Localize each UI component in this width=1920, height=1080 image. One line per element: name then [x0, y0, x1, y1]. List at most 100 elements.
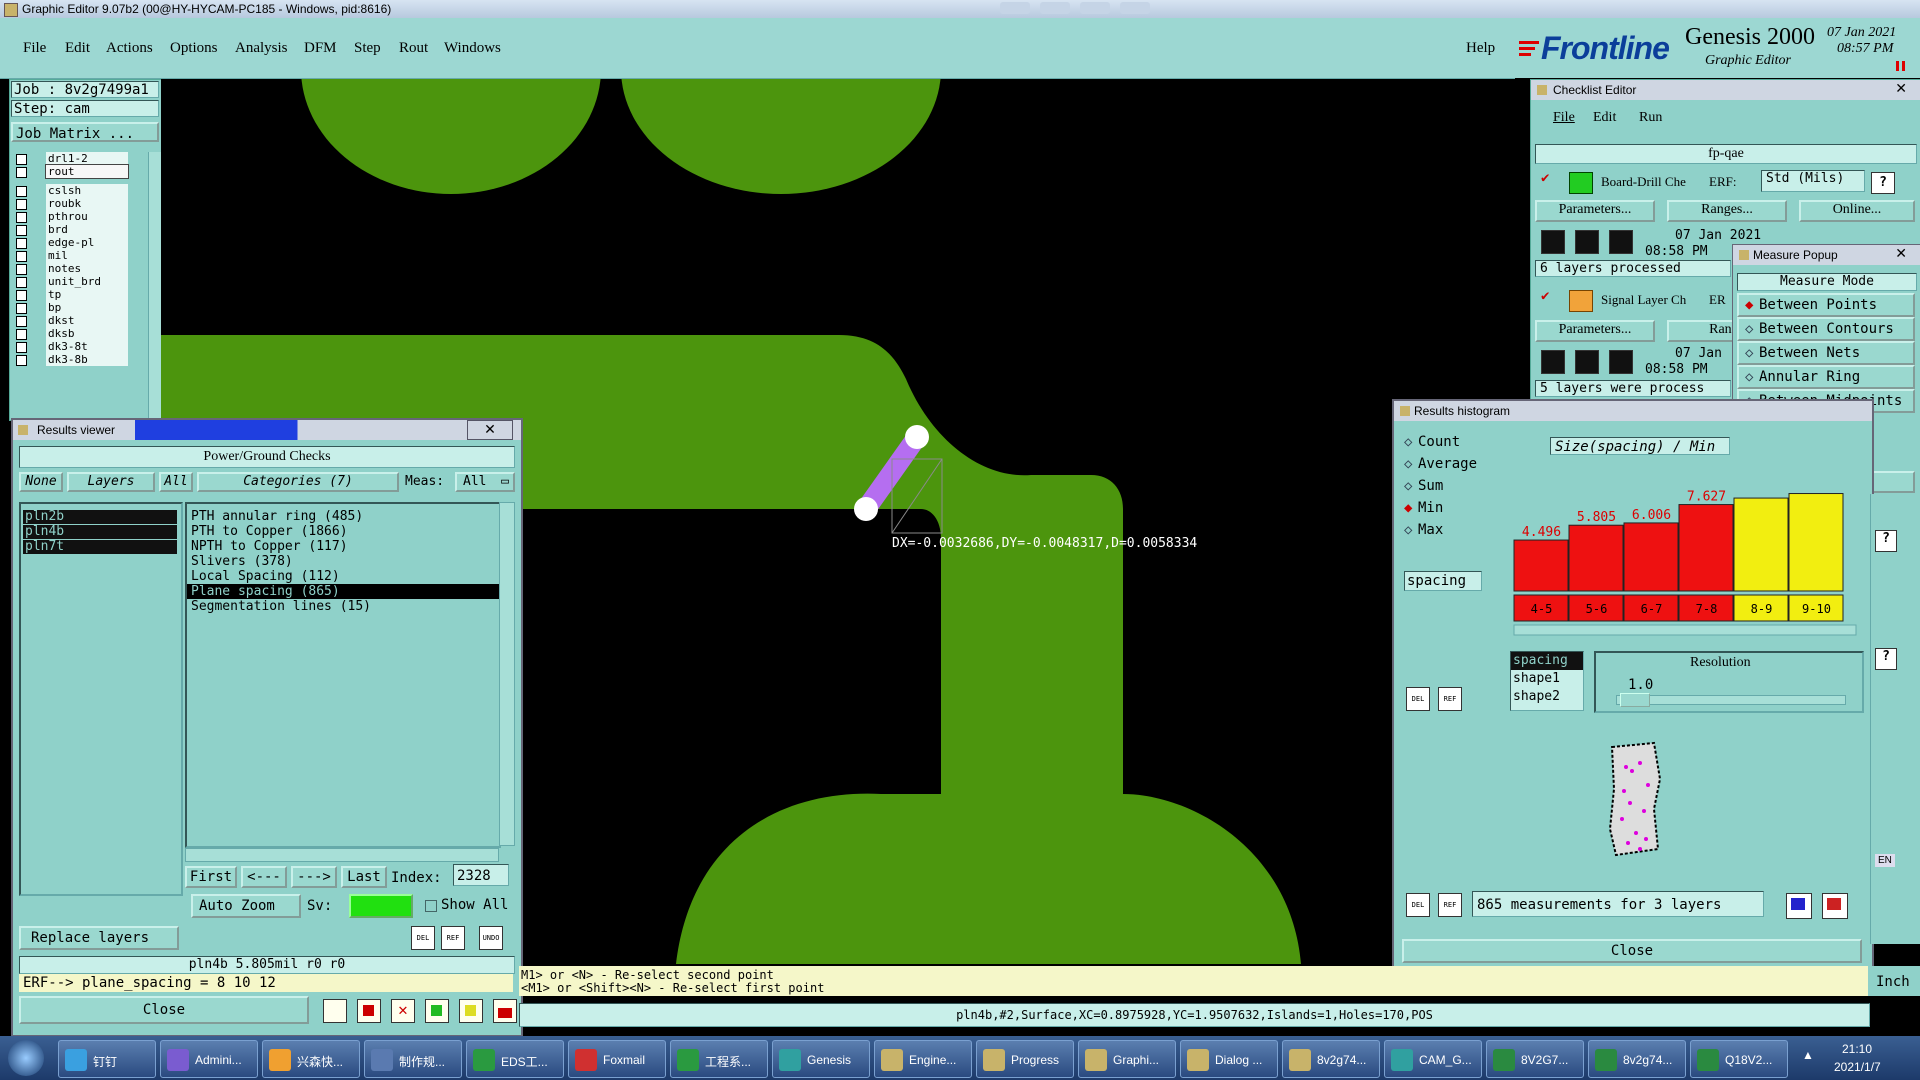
resolution-slider-thumb[interactable]	[1620, 693, 1650, 707]
taskbar-item[interactable]: Foxmail	[568, 1040, 666, 1078]
menu-rout[interactable]: Rout	[399, 40, 428, 57]
layer-name[interactable]: pthrou	[46, 210, 128, 223]
layer-checkbox[interactable]	[16, 264, 27, 275]
taskbar-item[interactable]: Genesis	[772, 1040, 870, 1078]
histogram-scrollbar[interactable]	[1513, 624, 1857, 636]
layer-row[interactable]: notes	[10, 262, 130, 276]
category-item[interactable]: Segmentation lines (15)	[187, 599, 499, 614]
toolbar-icon-4[interactable]	[425, 999, 449, 1023]
toolbar-icon-6[interactable]	[493, 999, 517, 1023]
check-icon[interactable]: ✔	[1541, 288, 1549, 304]
toolbar-icon-2[interactable]	[357, 999, 381, 1023]
taskbar-item[interactable]: EDS工...	[466, 1040, 564, 1078]
prop-item[interactable]: shape2	[1511, 688, 1583, 706]
layer-row[interactable]: dksb	[10, 327, 130, 341]
layer-row[interactable]: dkst	[10, 314, 130, 328]
stat-option[interactable]: ◆ Min	[1404, 497, 1504, 519]
menu-help[interactable]: Help	[1466, 40, 1495, 57]
taskbar-item[interactable]: Q18V2...	[1690, 1040, 1788, 1078]
menu-windows[interactable]: Windows	[444, 40, 501, 57]
taskbar-item[interactable]: 8V2G7...	[1486, 1040, 1584, 1078]
sv-color-select[interactable]	[349, 894, 413, 918]
layer-checkbox[interactable]	[16, 238, 27, 249]
category-item[interactable]: Slivers (378)	[187, 554, 499, 569]
next-button[interactable]: --->	[291, 866, 337, 888]
menu-actions[interactable]: Actions	[106, 40, 153, 57]
layer-name[interactable]: unit_brd	[46, 275, 128, 288]
run-icon[interactable]	[1541, 230, 1565, 254]
taskbar-item[interactable]: Admini...	[160, 1040, 258, 1078]
pause-icon[interactable]	[1895, 60, 1907, 72]
spacing-list[interactable]: spacing	[1404, 571, 1482, 591]
taskbar-item[interactable]: Progress	[976, 1040, 1074, 1078]
layer-checkbox[interactable]	[16, 212, 27, 223]
unit-label[interactable]: Inch	[1876, 974, 1910, 990]
measure-mode-option[interactable]: ◇ Between Nets	[1737, 341, 1915, 365]
histogram-bar[interactable]	[1568, 524, 1624, 592]
run-icon[interactable]	[1541, 350, 1565, 374]
parameters-button[interactable]: Parameters...	[1535, 200, 1655, 222]
toolbar-icon-1[interactable]	[323, 999, 347, 1023]
stat-option[interactable]: ◇ Max	[1404, 519, 1504, 541]
category-item[interactable]: Local Spacing (112)	[187, 569, 499, 584]
layer-checkbox[interactable]	[16, 167, 27, 178]
histogram-mode-icon[interactable]	[1786, 893, 1812, 919]
layer-results-list[interactable]: pln2b pln4b pln7t	[19, 502, 183, 896]
replace-layers-button[interactable]: Replace layers	[19, 926, 179, 950]
ref-icon[interactable]: REF	[1438, 893, 1462, 917]
layers-button[interactable]: Layers	[67, 472, 155, 492]
category-hscrollbar[interactable]	[185, 848, 499, 862]
layer-row[interactable]: cslsh	[10, 184, 130, 198]
prop-item[interactable]: shape1	[1511, 670, 1583, 688]
layer-name[interactable]: dkst	[46, 314, 128, 327]
layer-row[interactable]: dk3-8b	[10, 353, 130, 367]
category-list-scrollbar[interactable]	[499, 502, 515, 846]
histogram-mode-icon[interactable]	[1822, 893, 1848, 919]
taskbar-item[interactable]: 兴森快...	[262, 1040, 360, 1078]
layer-name[interactable]: bp	[46, 301, 128, 314]
help-icon[interactable]: ?	[1871, 172, 1895, 194]
show-all-checkbox[interactable]	[425, 900, 437, 912]
props-list[interactable]: spacing shape1 shape2	[1510, 651, 1584, 711]
layer-name[interactable]: drl1-2	[46, 152, 128, 165]
menu-file[interactable]: File	[23, 40, 46, 57]
taskbar-item[interactable]: 8v2g74...	[1282, 1040, 1380, 1078]
resolution-slider[interactable]	[1616, 695, 1846, 705]
layer-checkbox[interactable]	[16, 329, 27, 340]
category-item[interactable]: Plane spacing (865)	[187, 584, 499, 599]
menu-step[interactable]: Step	[354, 40, 381, 57]
measure-mode-option[interactable]: ◆ Between Points	[1737, 293, 1915, 317]
close-icon[interactable]: ✕	[1895, 245, 1907, 262]
layer-checkbox[interactable]	[16, 355, 27, 366]
layer-row[interactable]: tp	[10, 288, 130, 302]
toolbar-icon-5[interactable]	[459, 999, 483, 1023]
help-icon[interactable]: ?	[1875, 648, 1897, 670]
parameters-button[interactable]: Parameters...	[1535, 320, 1655, 342]
ranges-button[interactable]: Ranges...	[1667, 200, 1787, 222]
layer-name[interactable]: roubk	[46, 197, 128, 210]
layer-row[interactable]: bp	[10, 301, 130, 315]
layer-name[interactable]: dk3-8t	[46, 340, 128, 353]
result-layer-item[interactable]: pln4b	[23, 525, 177, 539]
categories-button[interactable]: Categories (7)	[197, 472, 399, 492]
close-icon[interactable]: ✕	[467, 420, 513, 440]
stat-option[interactable]: ◇ Sum	[1404, 475, 1504, 497]
job-matrix-button[interactable]: Job Matrix ...	[11, 122, 159, 142]
delete-icon[interactable]: DEL	[1406, 687, 1430, 711]
layer-row[interactable]: roubk	[10, 197, 130, 211]
layer-checkbox[interactable]	[16, 277, 27, 288]
layer-checkbox[interactable]	[16, 342, 27, 353]
toolbar-icon-3[interactable]: ✕	[391, 999, 415, 1023]
histogram-bar[interactable]	[1788, 493, 1844, 592]
layer-row[interactable]: rout	[10, 164, 130, 179]
first-button[interactable]: First	[185, 866, 237, 888]
histogram-bar[interactable]	[1513, 539, 1569, 592]
meas-select[interactable]: All ▭	[455, 472, 515, 492]
taskbar-item[interactable]: 8v2g74...	[1588, 1040, 1686, 1078]
online-button[interactable]: Online...	[1799, 200, 1915, 222]
layer-checkbox[interactable]	[16, 316, 27, 327]
auto-zoom-select[interactable]: Auto Zoom	[191, 894, 301, 918]
layer-row[interactable]: pthrou	[10, 210, 130, 224]
result-layer-item[interactable]: pln2b	[23, 510, 177, 524]
stat-option[interactable]: ◇ Average	[1404, 453, 1504, 475]
